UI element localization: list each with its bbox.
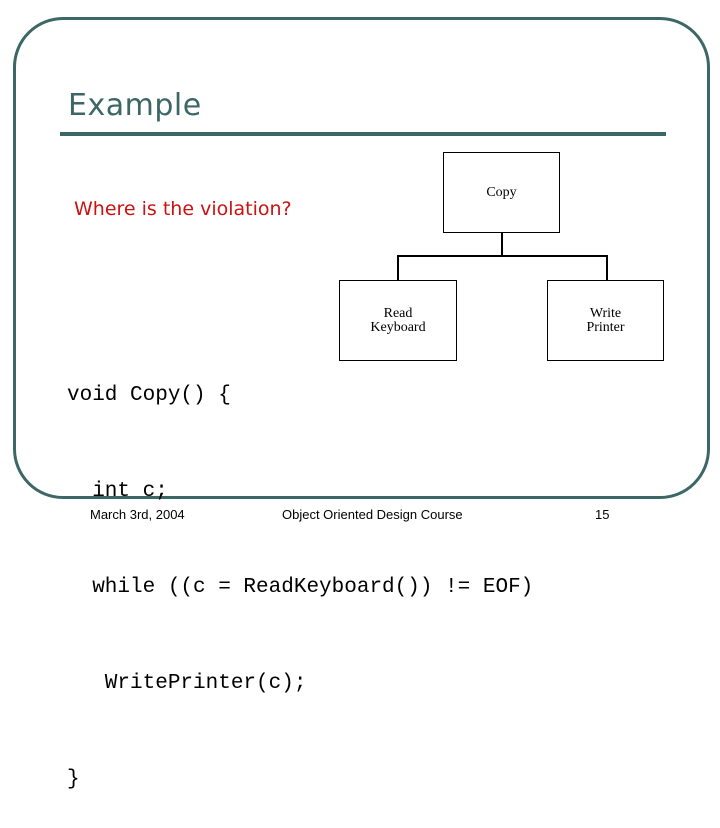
code-line: int c; (67, 480, 168, 503)
title-underline (60, 132, 666, 136)
code-line: WritePrinter(c); (67, 672, 307, 695)
box-label: Write (589, 305, 622, 321)
diagram-box-copy: Copy (443, 152, 560, 233)
code-line: } (67, 768, 80, 791)
connector-right-drop (606, 255, 608, 280)
footer-page-number: 15 (595, 507, 610, 522)
code-block: void Copy() { int c; while ((c = ReadKey… (67, 316, 533, 828)
connector-root-stem (501, 232, 503, 256)
code-line: while ((c = ReadKeyboard()) != EOF) (67, 576, 534, 599)
connector-left-drop (397, 255, 399, 280)
footer-course: Object Oriented Design Course (282, 507, 463, 522)
diagram-box-write-printer: Write Printer (547, 280, 664, 361)
footer-date: March 3rd, 2004 (90, 507, 185, 522)
box-label: Printer (586, 319, 625, 335)
code-line: void Copy() { (67, 384, 231, 407)
slide-title: Example (68, 88, 202, 123)
box-label: Copy (486, 184, 517, 200)
question-text: Where is the violation? (74, 198, 292, 220)
connector-horizontal (397, 255, 607, 257)
